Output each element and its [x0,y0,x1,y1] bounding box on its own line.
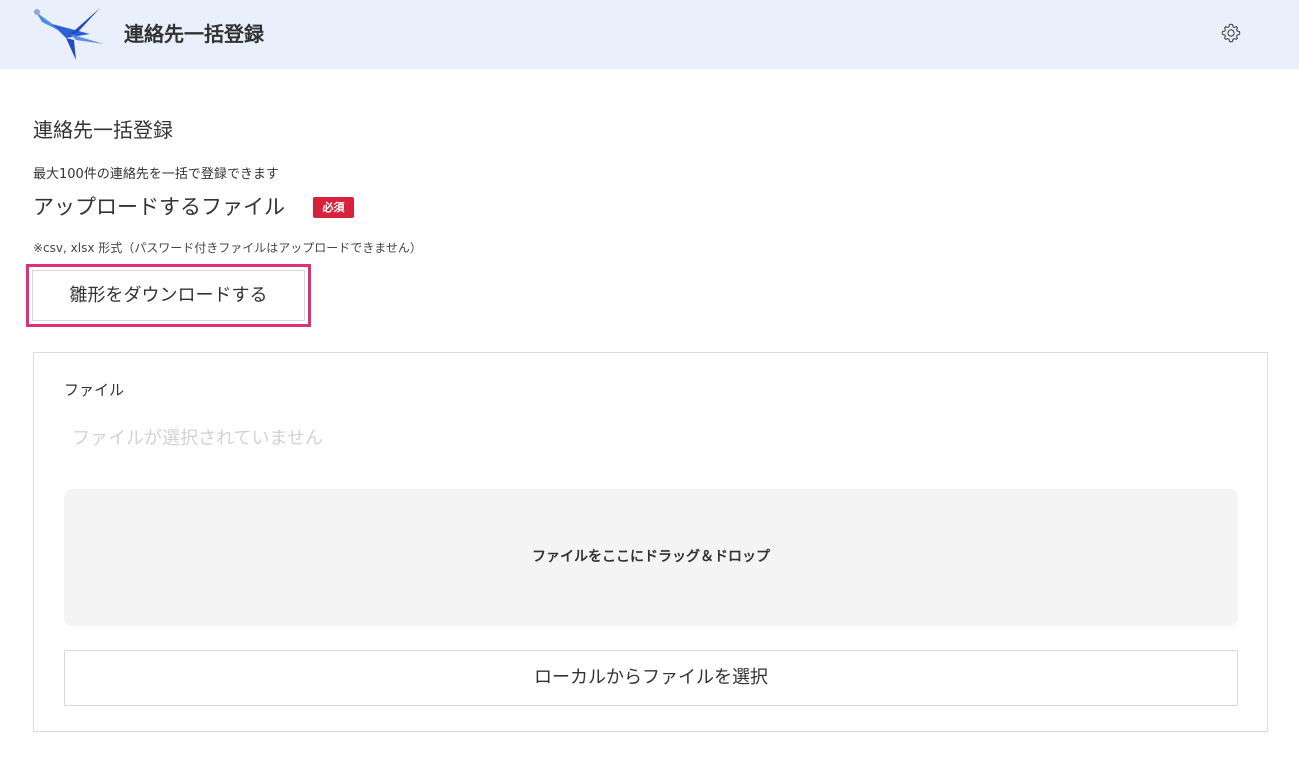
page-title: 連絡先一括登録 [33,118,173,142]
page-description: 最大100件の連絡先を一括で登録できます [33,167,279,182]
download-template-button[interactable]: 雛形をダウンロードする [32,270,305,321]
file-field-label: ファイル [64,381,125,399]
file-upload-panel: ファイル ファイルが選択されていません ファイルをここにドラッグ＆ドロップ ロー… [33,352,1268,732]
selected-file-placeholder: ファイルが選択されていません [72,428,323,449]
gear-icon[interactable] [1220,22,1242,44]
upload-file-label: アップロードするファイル [33,195,285,219]
file-dropzone[interactable]: ファイルをここにドラッグ＆ドロップ [64,489,1238,626]
swallow-logo-icon [34,8,104,60]
app-header: 連絡先一括登録 [0,0,1299,69]
select-local-file-button[interactable]: ローカルからファイルを選択 [64,650,1238,706]
format-note: ※csv, xlsx 形式（パスワード付きファイルはアップロードできません） [33,241,422,255]
app-title: 連絡先一括登録 [124,22,264,46]
required-badge: 必須 [313,197,354,218]
